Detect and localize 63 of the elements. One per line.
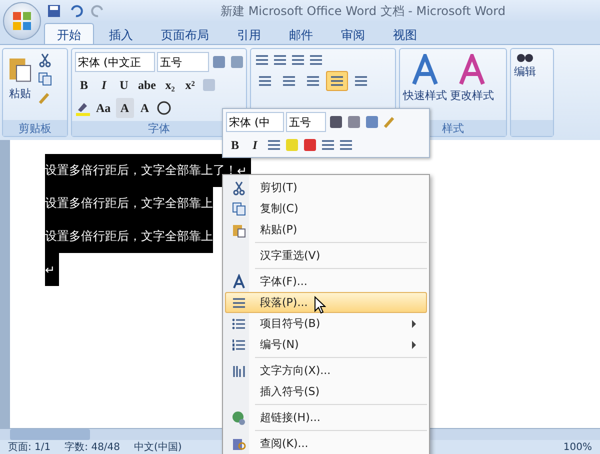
format-button[interactable]: U — [115, 75, 133, 95]
menu-item[interactable]: 查阅(K)... — [225, 433, 427, 454]
numbered-list-icon — [231, 336, 247, 352]
mouse-pointer-icon — [314, 296, 326, 314]
format-button[interactable]: x² — [181, 75, 199, 95]
letter-a-icon — [457, 54, 487, 86]
styles-button[interactable]: 快速样式 — [403, 52, 447, 103]
format-button[interactable]: A — [116, 98, 134, 118]
selected-text: 设置多倍行距后，文字全部靠上 — [45, 187, 213, 220]
ribbon-tab[interactable]: 视图 — [380, 23, 430, 44]
zoom-level: 100% — [563, 442, 592, 452]
undo-icon — [68, 3, 84, 19]
paragraph-mark: ↵ — [45, 253, 59, 286]
format-button[interactable]: I — [95, 75, 113, 95]
font-name-field[interactable]: 宋体 (中文正 — [75, 52, 155, 72]
format-button[interactable]: Aa — [93, 98, 114, 118]
status-item: 页面: 1/1 — [8, 441, 51, 454]
ribbon-tab[interactable]: 插入 — [96, 23, 146, 44]
status-item: 中文(中国) — [134, 440, 182, 454]
menu-item[interactable]: 项目符号(B) — [225, 313, 427, 334]
align-button[interactable] — [326, 71, 348, 91]
group-footer — [511, 120, 553, 136]
menu-item[interactable]: 文字方向(X)... — [225, 360, 427, 381]
format-button[interactable]: I — [246, 135, 264, 155]
font-name-field[interactable]: 宋体 (中 — [226, 112, 284, 132]
format-button[interactable]: B — [75, 75, 93, 95]
scissors-icon — [231, 180, 247, 196]
font-size-field[interactable]: 五号 — [157, 52, 209, 72]
letter-a-icon — [410, 54, 440, 86]
menu-item[interactable]: 段落(P)... — [225, 292, 427, 313]
font-icon — [232, 274, 246, 290]
redo-icon — [90, 3, 106, 19]
copy-icon — [37, 71, 53, 87]
logo — [11, 10, 33, 32]
copy-icon — [231, 200, 247, 216]
menu-item[interactable]: 超链接(H)... — [225, 407, 427, 428]
menu-item[interactable]: 复制(C) — [225, 198, 427, 219]
menu-item[interactable]: 插入符号(S) — [225, 381, 427, 402]
ribbon-tab[interactable]: 引用 — [224, 23, 274, 44]
scissors-icon — [37, 52, 53, 68]
selected-text: 设置多倍行距后，文字全部靠上 — [45, 220, 213, 253]
ribbon-tab[interactable]: 邮件 — [276, 23, 326, 44]
menu-item[interactable]: 汉字重选(V) — [225, 245, 427, 266]
styles-button[interactable]: 更改样式 — [450, 52, 494, 103]
status-item: 字数: 48/48 — [64, 440, 120, 454]
ribbon-tab[interactable]: 开始 — [44, 23, 94, 44]
group-label: 剪贴板 — [3, 120, 67, 136]
paste-button[interactable]: 粘贴 — [6, 52, 34, 101]
ribbon-tab[interactable]: 页面布局 — [148, 23, 222, 44]
format-button[interactable]: x₂ — [161, 75, 179, 95]
editing-button[interactable]: 编辑 — [514, 52, 536, 79]
menu-item[interactable]: 编号(N) — [225, 334, 427, 355]
menu-item[interactable]: 粘贴(P) — [225, 219, 427, 240]
font-size-field[interactable]: 五号 — [286, 112, 326, 132]
window-title: 新建 Microsoft Office Word 文档 - Microsoft Word — [220, 2, 506, 20]
format-button[interactable]: abe — [135, 75, 159, 95]
format-button[interactable]: A — [136, 98, 154, 118]
ribbon-tab[interactable]: 审阅 — [328, 23, 378, 44]
menu-item[interactable]: 字体(F)... — [225, 271, 427, 292]
format-button[interactable]: B — [226, 135, 244, 155]
save-icon — [46, 3, 62, 19]
scrollbar-thumb[interactable] — [10, 429, 90, 440]
selected-text: 设置多倍行距后，文字全部靠上了！ — [45, 154, 237, 187]
